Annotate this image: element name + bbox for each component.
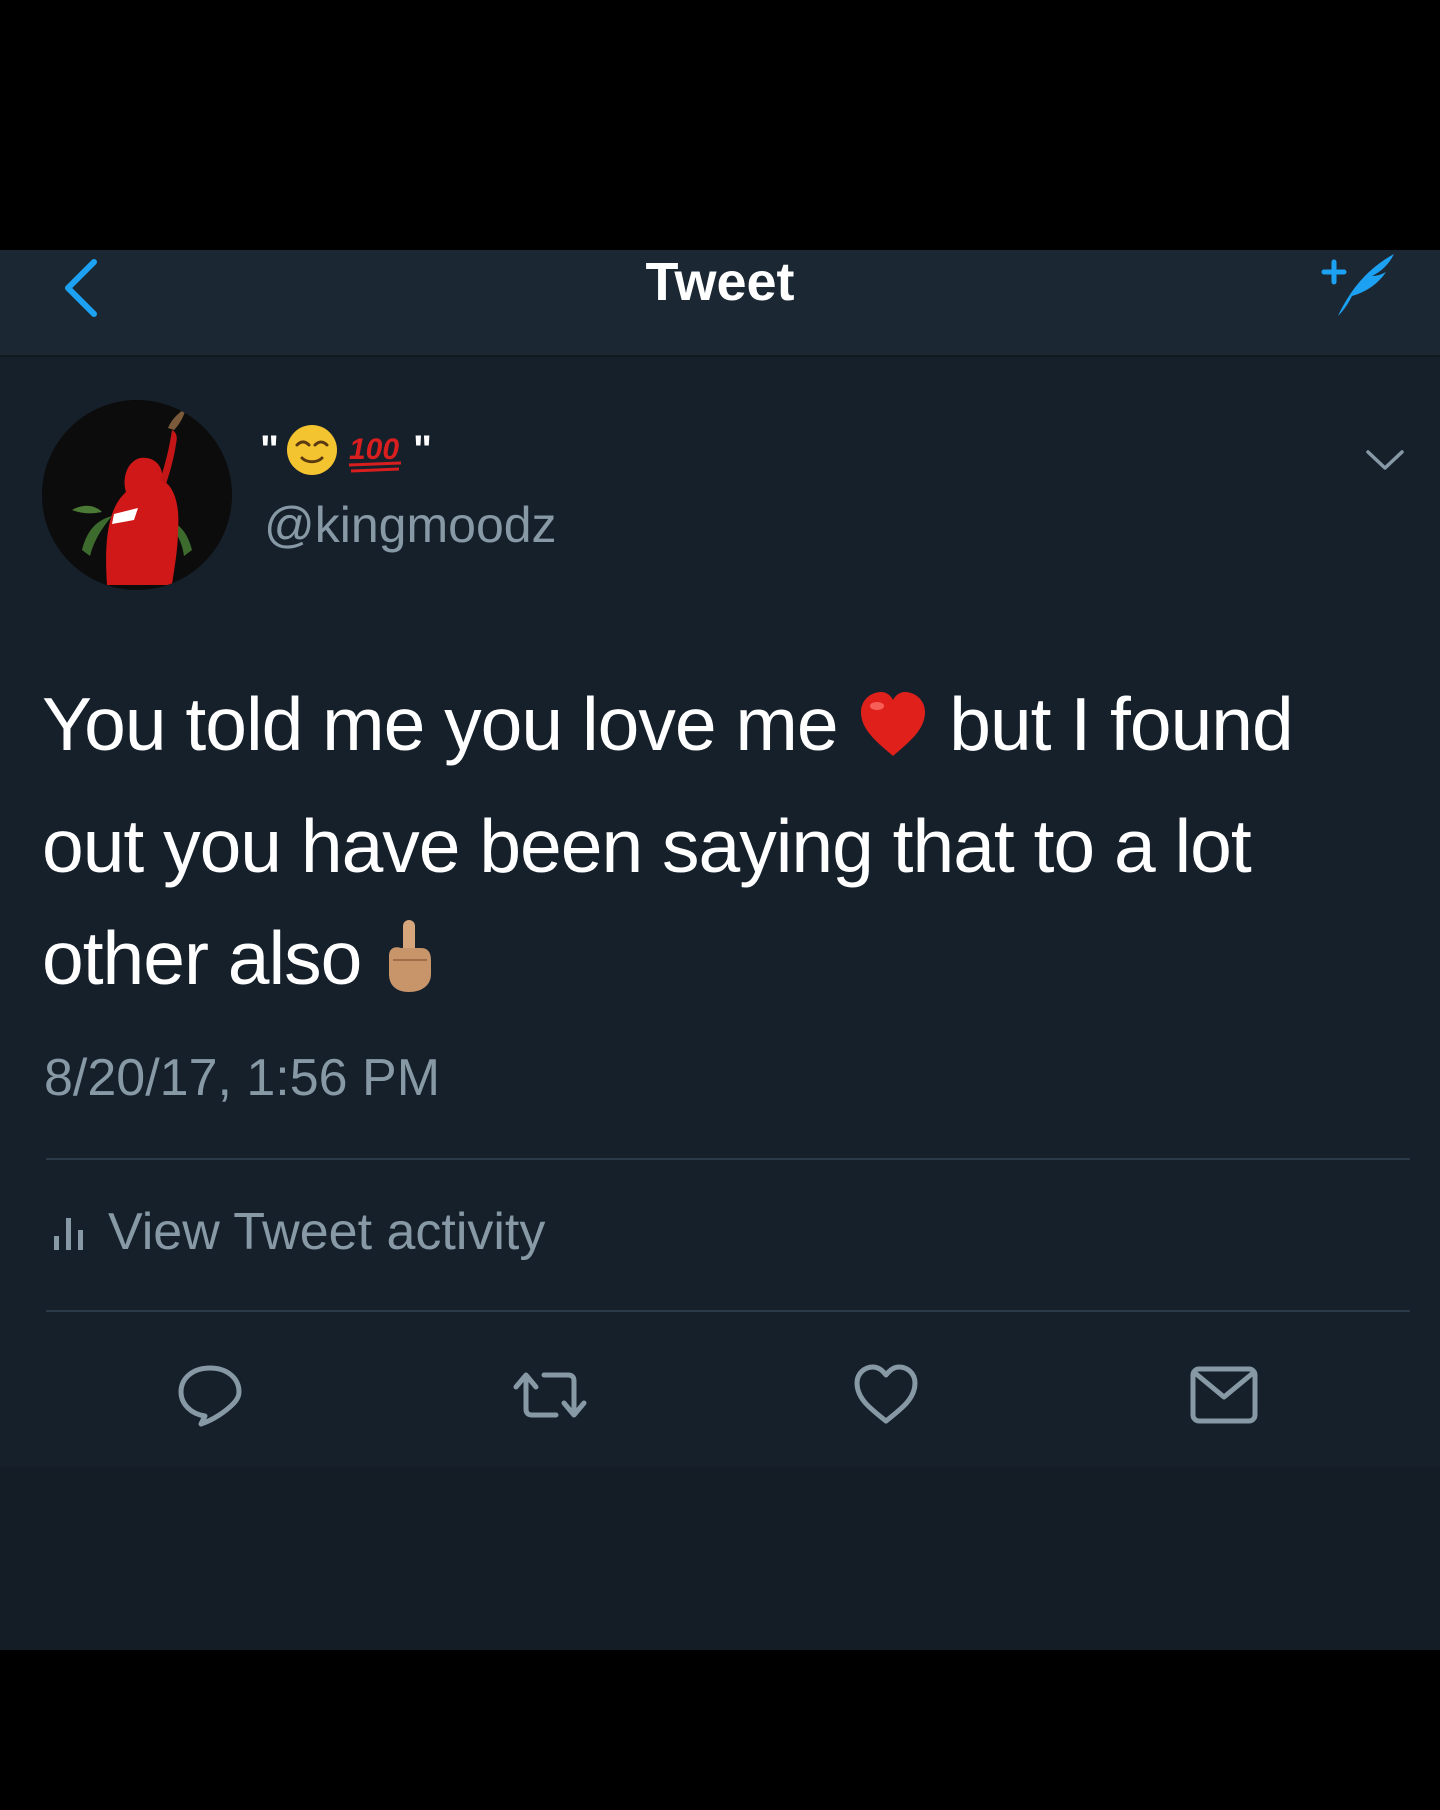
tweet-text: You told me you love me but I found out … xyxy=(42,668,1382,1024)
divider xyxy=(46,1158,1410,1160)
tweet-text-line2: out you have been saying that to a lot xyxy=(42,804,1252,888)
direct-message-button[interactable] xyxy=(1184,1355,1264,1435)
svg-text:100: 100 xyxy=(349,433,399,466)
tweet-timestamp: 8/20/17, 1:56 PM xyxy=(44,1049,441,1107)
tweet-text-line1b: but I found xyxy=(949,682,1293,766)
display-name-prefix: " xyxy=(260,427,279,472)
tweet-detail-screen: Tweet " 100 " @kingmoodz You told me you… xyxy=(0,0,1440,1810)
display-name[interactable]: " 100 " xyxy=(260,420,432,480)
display-name-suffix: " xyxy=(412,427,432,472)
page-title: Tweet xyxy=(645,252,795,312)
tweet-text-line3: other also xyxy=(42,916,362,1000)
middle-finger-emoji xyxy=(381,912,437,1024)
chevron-down-icon xyxy=(1366,450,1404,470)
analytics-icon xyxy=(54,1218,83,1250)
compose-tweet-button[interactable] xyxy=(1305,250,1405,320)
like-icon xyxy=(854,1364,918,1424)
activity-label: View Tweet activity xyxy=(108,1203,546,1261)
bottom-letterbox xyxy=(0,1650,1440,1810)
relieved-face-emoji xyxy=(286,425,337,475)
red-heart-emoji xyxy=(857,678,929,790)
like-button[interactable] xyxy=(846,1355,926,1435)
top-letterbox xyxy=(0,0,1440,250)
retweet-button[interactable] xyxy=(510,1355,590,1435)
hundred-points-emoji: 100 xyxy=(348,433,402,473)
view-tweet-activity-link[interactable]: View Tweet activity xyxy=(52,1200,545,1264)
avatar-image xyxy=(42,400,232,590)
compose-tweet-icon xyxy=(1321,254,1394,316)
tweet-options-button[interactable] xyxy=(1360,440,1410,480)
user-handle[interactable]: @kingmoodz xyxy=(264,495,557,555)
avatar[interactable] xyxy=(42,400,232,590)
bottom-empty-area xyxy=(0,1467,1440,1650)
reply-icon xyxy=(178,1365,242,1427)
tweet-text-line1a: You told me you love me xyxy=(42,682,839,766)
reply-button[interactable] xyxy=(170,1355,250,1435)
share-icon xyxy=(1190,1366,1258,1424)
retweet-icon xyxy=(513,1372,587,1418)
divider xyxy=(46,1310,1410,1312)
